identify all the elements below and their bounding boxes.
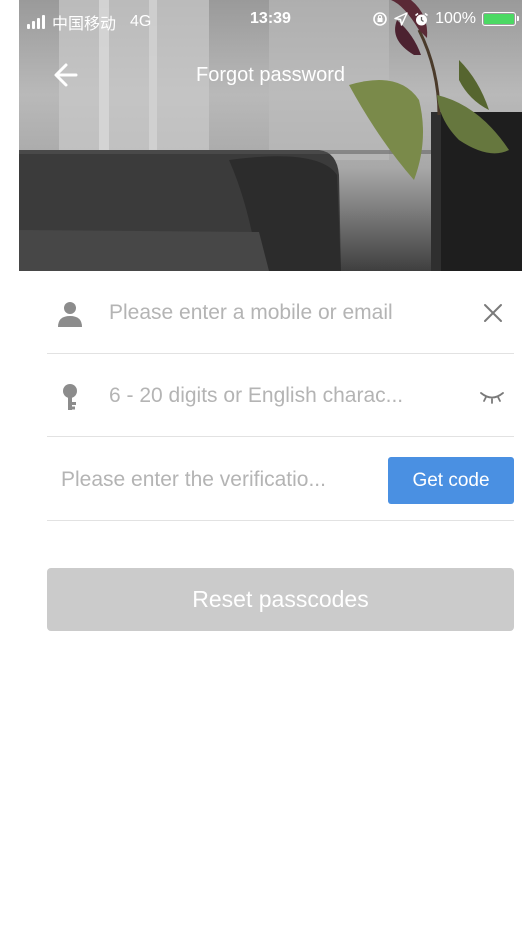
header-photo <box>19 0 522 271</box>
page: 中国移动 4G 13:39 100% Forgot password Pleas… <box>0 0 527 935</box>
password-input[interactable] <box>109 377 454 415</box>
app-screen: 中国移动 4G 13:39 100% Forgot password Pleas… <box>19 0 522 935</box>
close-icon[interactable] <box>480 300 506 326</box>
status-bar: 中国移动 4G 13:39 100% <box>19 0 522 40</box>
user-icon <box>58 302 82 327</box>
reset-passcodes-button[interactable]: Reset passcodes <box>47 568 514 631</box>
status-right: 100% <box>372 10 519 28</box>
battery-level <box>484 14 514 24</box>
orientation-lock-icon <box>373 12 387 26</box>
account-input[interactable] <box>109 294 454 332</box>
verification-code-input[interactable] <box>61 461 379 499</box>
location-icon <box>394 12 408 26</box>
battery-percent: 100% <box>435 10 476 27</box>
key-icon <box>63 384 77 410</box>
alarm-icon <box>415 12 429 25</box>
account-row <box>47 272 514 354</box>
header-background: 中国移动 4G 13:39 100% Forgot password <box>19 0 522 271</box>
page-title: Forgot password <box>196 64 345 86</box>
eye-closed-icon[interactable] <box>478 385 506 407</box>
battery-icon <box>482 12 519 26</box>
password-row <box>47 355 514 437</box>
get-code-button[interactable]: Get code <box>388 457 514 504</box>
code-row: Get code <box>47 439 514 521</box>
